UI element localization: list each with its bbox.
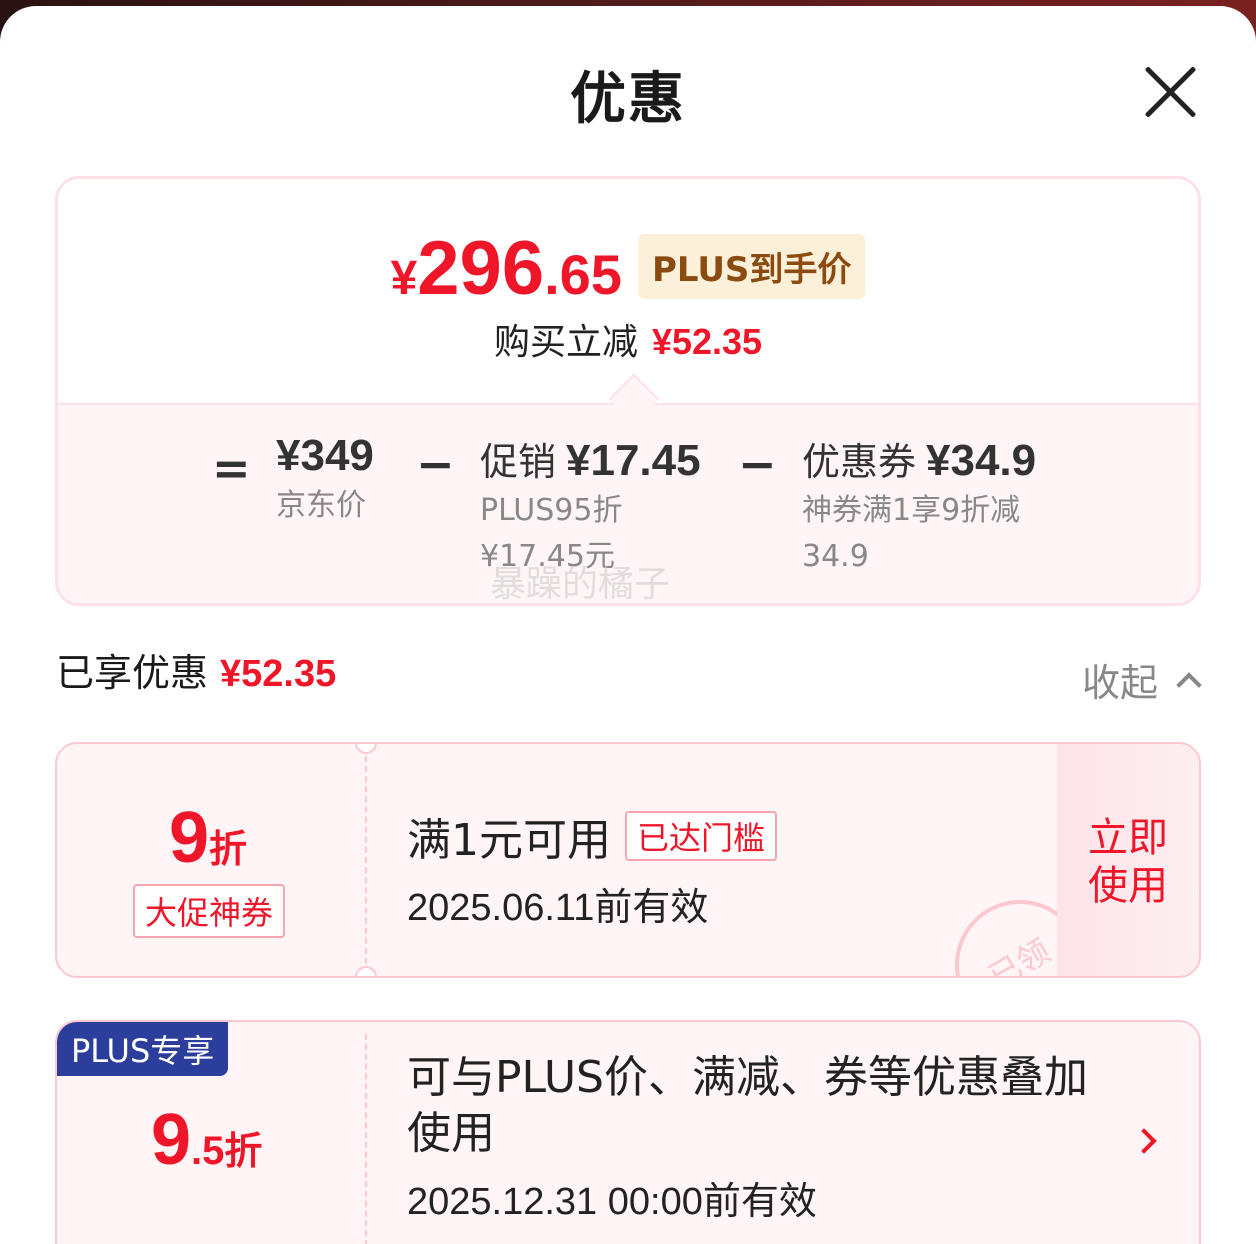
jd-price-item: ¥349 京东价 [276,431,374,527]
coupon-amount-row: 优惠券 ¥34.9 [802,431,1036,486]
watermark: 暴躁的橘子 [490,564,671,605]
final-price-row: ¥296.65 PLUS到手价 [58,227,1198,307]
coupon-divider [365,756,367,964]
sheet-title: 优惠 [570,67,686,132]
plus-exclusive-badge: PLUS专享 [57,1022,229,1076]
coupon-discount: 9折 [169,802,247,874]
final-price-dec: .65 [544,243,622,306]
final-price: ¥296.65 [391,231,622,307]
final-price-int: 296 [417,226,545,311]
enjoyed-amount: ¥52.35 [220,653,337,695]
minus-sign: − [416,437,455,491]
threshold-reached-badge: 已达门槛 [625,811,778,861]
coupon-info: 满1元可用 已达门槛 2025.06.11前有效 [407,804,778,931]
instant-reduce-amount: ¥52.35 [651,321,763,362]
coupon-divider [365,1034,367,1244]
plus-discount-value: 9 [151,1100,192,1180]
coupon-desc-1: 神券满1享9折减 [802,493,1021,528]
use-now-label-1: 立即 [1088,815,1168,861]
price-summary-card: ¥296.65 PLUS到手价 购买立减 ¥52.35 = ¥349 京东价 − … [55,176,1201,606]
coupon-desc-2: 34.9 [802,539,869,574]
collapse-button[interactable]: 收起 [1082,652,1202,707]
promo-amount-row: 促销 ¥17.45 [480,431,701,486]
instant-reduce-row: 购买立减 ¥52.35 [58,313,1198,365]
coupon-condition: 满1元可用 [407,815,611,866]
coupon-type-tag: 大促神券 [133,884,286,938]
jd-price: ¥349 [276,431,374,480]
minus-sign: − [738,437,777,491]
close-icon[interactable] [1140,62,1200,122]
chevron-right-icon[interactable] [1131,1128,1157,1154]
plus-discount-expiry: 2025.12.31 00:00前有效 [407,1181,817,1223]
enjoyed-label: 已享优惠 [56,651,209,695]
coupon-discount-area: 9折 大促神券 [57,744,367,976]
coupon-amount: ¥34.9 [926,436,1037,485]
equals-sign: = [212,441,251,495]
promo-label: 促销 [480,440,557,484]
coupon-title-row: 满1元可用 已达门槛 [407,804,778,868]
coupon-discount-unit: 折 [209,827,248,871]
promo-amount: ¥17.45 [566,436,701,485]
coupon-expiry: 2025.06.11前有效 [407,887,709,929]
summary-top: ¥296.65 PLUS到手价 购买立减 ¥52.35 [58,179,1198,403]
collapse-label: 收起 [1082,661,1159,705]
plus-discount: 9.5折 [151,1104,262,1176]
chevron-up-icon [1176,672,1202,698]
promo-desc-1: PLUS95折 [480,493,623,528]
discount-sheet: 优惠 ¥296.65 PLUS到手价 购买立减 ¥52.35 = ¥349 京东价… [0,6,1256,1244]
coupon-discount-value: 9 [169,798,210,878]
jd-price-label: 京东价 [276,488,366,523]
plus-discount-info: 可与PLUS价、满减、券等优惠叠加使用 2025.12.31 00:00前有效 [407,1050,1107,1225]
plus-discount-unit: 折 [224,1129,263,1173]
plus-discount-desc: 可与PLUS价、满减、券等优惠叠加使用 [407,1052,1088,1159]
coupon-item: 优惠券 ¥34.9 神券满1享9折减 34.9 [802,431,1036,578]
coupon-card: 9折 大促神券 满1元可用 已达门槛 2025.06.11前有效 已领 立即 使… [55,742,1201,978]
plus-discount-decimal: .5 [191,1129,225,1173]
coupon-notch [355,966,377,976]
use-now-label-2: 使用 [1088,863,1168,909]
plus-price-tag: PLUS到手价 [637,234,866,299]
final-price-currency: ¥ [390,252,418,305]
use-now-button[interactable]: 立即 使用 [1057,744,1199,976]
enjoyed-discount: 已享优惠 ¥52.35 [56,642,336,697]
coupon-label: 优惠券 [802,440,917,484]
instant-reduce-label: 购买立减 [493,322,638,363]
plus-discount-card[interactable]: PLUS专享 9.5折 可与PLUS价、满减、券等优惠叠加使用 2025.12.… [55,1020,1201,1244]
